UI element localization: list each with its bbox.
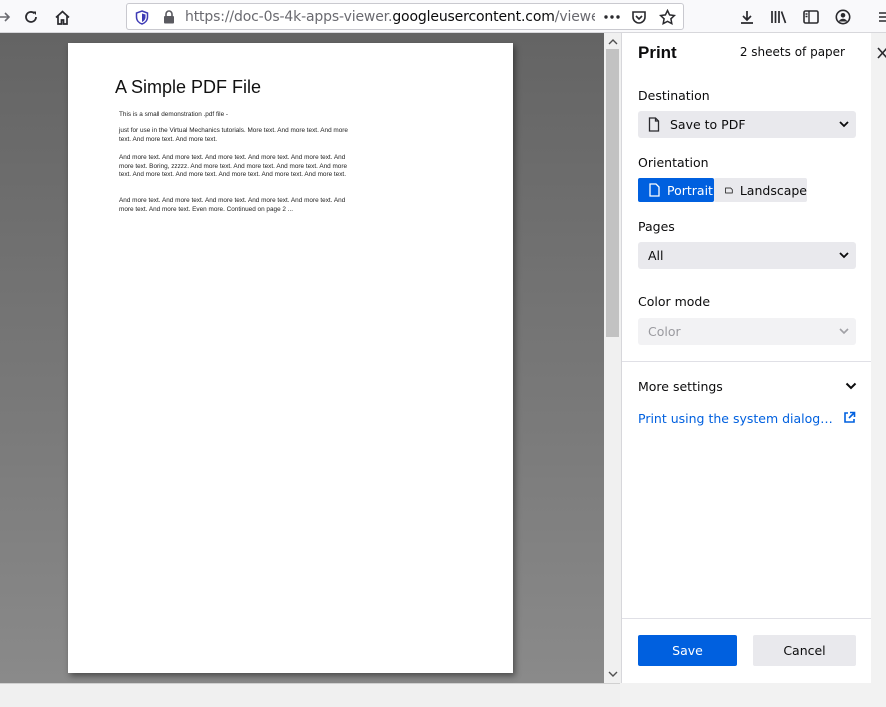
url-suffix: /viewer/secu [554,9,595,25]
pages-label: Pages [638,219,675,234]
tracking-shield-icon[interactable] [133,8,151,26]
destination-value: Save to PDF [670,117,746,132]
chevron-down-icon[interactable] [845,380,857,392]
external-link-icon[interactable] [843,411,856,424]
close-icon[interactable] [877,47,886,59]
page-actions-icon[interactable] [603,8,621,26]
print-preview-area: A Simple PDF File This is a small demons… [0,33,604,683]
sidebar-icon[interactable] [800,6,822,28]
print-title: Print [638,43,677,62]
scroll-up-arrow-icon[interactable] [606,35,619,49]
document-paragraph-4: And more text. And more text. And more t… [119,197,346,213]
landscape-label: Landscape [739,182,807,198]
url-prefix: https://doc-0s-4k-apps-viewer. [185,9,393,25]
downloads-icon[interactable] [736,6,758,28]
document-paragraph-1: This is a small demonstration .pdf file … [119,111,229,118]
forward-arrow-icon[interactable] [0,6,16,28]
destination-label: Destination [638,88,710,103]
color-mode-select[interactable]: Color [638,318,856,345]
color-mode-value: Color [648,324,681,339]
home-icon[interactable] [51,6,73,28]
preview-page: A Simple PDF File This is a small demons… [68,43,513,673]
address-bar[interactable]: https://doc-0s-4k-apps-viewer.googleuser… [126,3,684,30]
menu-icon[interactable] [874,6,886,28]
landscape-button[interactable]: Landscape [714,178,807,202]
system-dialog-link[interactable]: Print using the system dialog… [638,411,833,426]
chevron-down-icon [839,121,849,128]
lock-icon[interactable] [160,8,178,26]
library-icon[interactable] [768,6,790,28]
destination-select[interactable]: Save to PDF [638,111,856,138]
landscape-icon [725,187,733,193]
sheet-count: 2 sheets of paper [739,45,845,59]
color-mode-label: Color mode [638,294,711,309]
chevron-down-icon [839,328,849,335]
reload-icon[interactable] [20,6,42,28]
portrait-button[interactable]: Portrait [638,178,714,202]
cancel-button[interactable]: Cancel [753,635,856,666]
chevron-down-icon [839,252,849,259]
preview-scrollbar[interactable] [604,33,621,683]
url-text: https://doc-0s-4k-apps-viewer.googleuser… [185,9,595,25]
url-host: googleusercontent.com [392,9,555,25]
horizontal-strip [0,683,620,707]
settings-divider [622,361,872,362]
more-settings-toggle[interactable]: More settings [638,379,723,394]
bookmark-star-icon[interactable] [658,8,676,26]
window-edge [871,33,886,707]
browser-toolbar: https://doc-0s-4k-apps-viewer.googleuser… [0,0,886,33]
account-icon[interactable] [832,6,854,28]
pages-value: All [648,248,664,263]
save-button[interactable]: Save [638,635,737,666]
document-icon [648,117,660,132]
orientation-label: Orientation [638,155,709,170]
pocket-icon[interactable] [630,8,648,26]
portrait-icon [649,183,660,197]
document-title: A Simple PDF File [115,77,262,97]
portrait-label: Portrait [667,182,713,198]
pages-select[interactable]: All [638,242,856,269]
footer-divider [622,618,872,619]
print-panel: Print 2 sheets of paper Destination Save… [621,33,872,683]
scroll-thumb[interactable] [606,49,619,337]
document-paragraph-3: And more text. And more text. And more t… [119,154,348,179]
scroll-down-arrow-icon[interactable] [606,667,619,681]
document-paragraph-2: just for use in the Virtual Mechanics tu… [119,127,348,143]
